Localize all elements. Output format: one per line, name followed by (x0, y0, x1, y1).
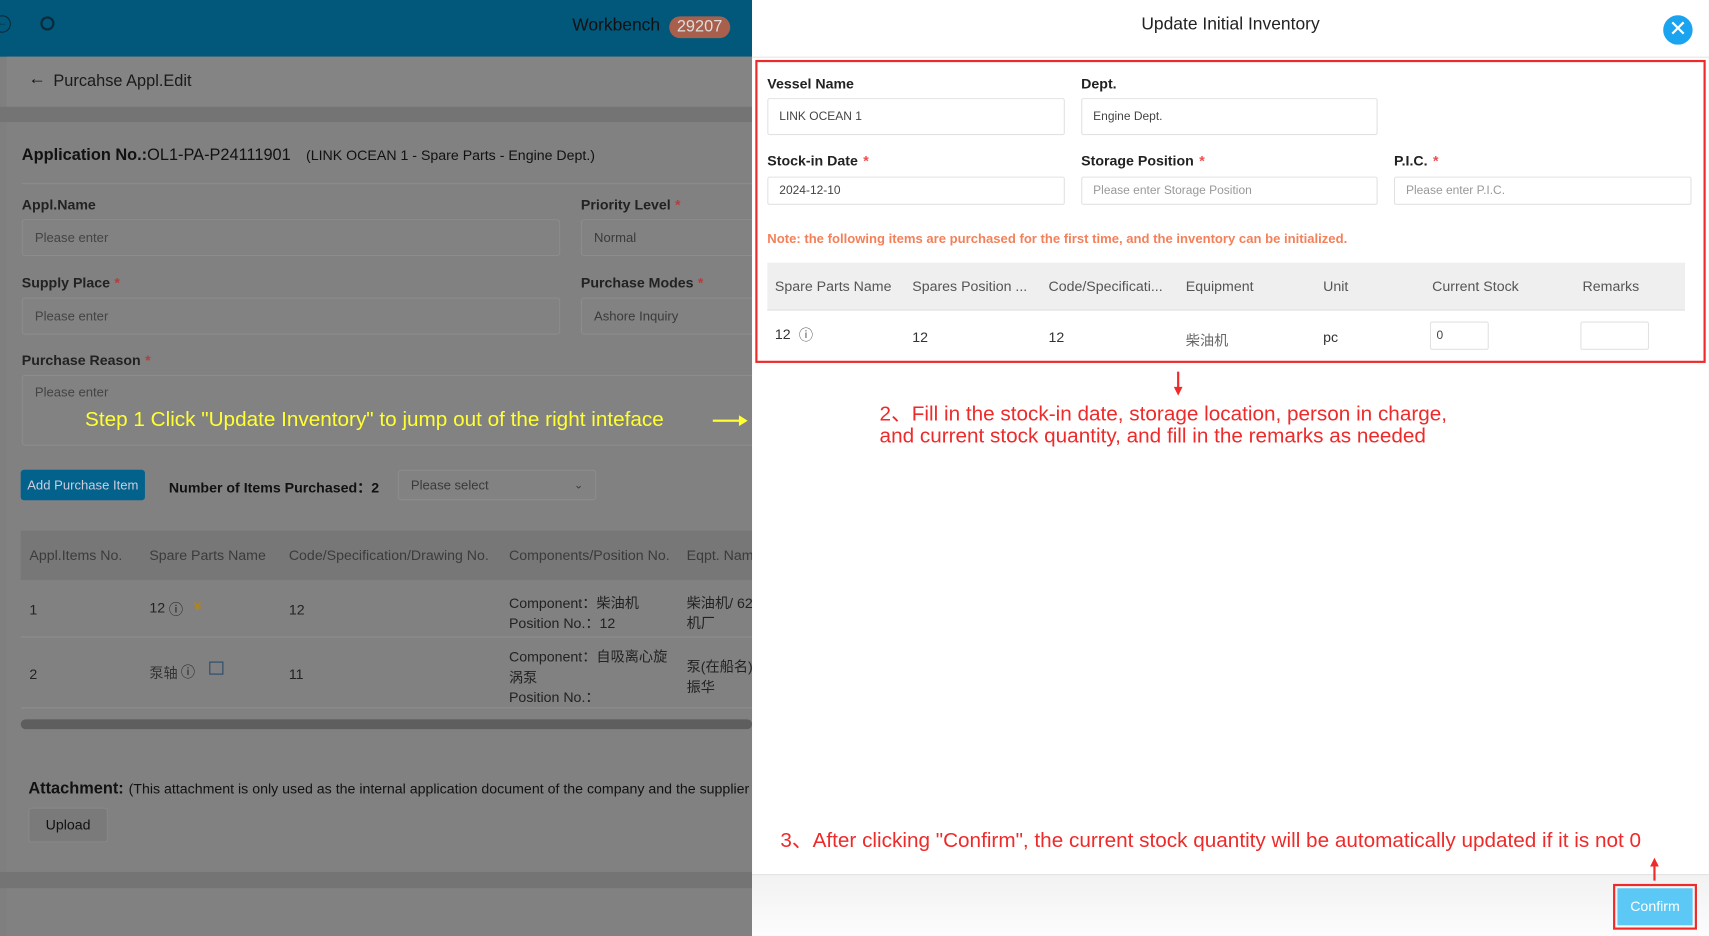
pic-label: P.I.C. (1393, 152, 1428, 169)
upload-button[interactable]: Upload (28, 807, 108, 843)
required-mark: * (863, 152, 869, 169)
col-header: Equipment (1185, 277, 1254, 295)
vessel-input[interactable]: LINK OCEAN 1 (767, 98, 1065, 136)
cell-eqpt: 柴油机/ 62 (686, 595, 753, 612)
price-icon[interactable]: ¥ (194, 598, 201, 613)
dept-label: Dept. (1081, 75, 1117, 92)
supply-input[interactable]: Please enter (21, 297, 561, 335)
modes-select[interactable]: Ashore Inquiry (580, 297, 767, 335)
info-icon[interactable]: ⓘ (181, 660, 195, 681)
col-header: Spare Parts Name (149, 547, 266, 564)
cell-eqpt: 泵(在船名) (686, 658, 753, 675)
cell-component: Component：自吸离心旋 (508, 648, 668, 665)
cell-name: 泵轴 (149, 664, 178, 682)
close-icon[interactable]: ✕ (1663, 15, 1693, 45)
appl-name-input[interactable]: Please enter (21, 219, 561, 257)
priority-label: Priority Level (580, 196, 671, 213)
required-mark: * (114, 274, 120, 292)
col-header: Remarks (1582, 277, 1640, 295)
info-icon[interactable]: ⓘ (799, 324, 813, 345)
required-mark: * (145, 352, 151, 369)
cell-component: Component：柴油机 (508, 595, 639, 612)
reason-label: Purchase Reason (21, 352, 141, 369)
attachment-note: (This attachment is only used as the int… (128, 780, 761, 797)
select-placeholder: Please select (410, 477, 489, 493)
cell-position: Position No.： (508, 688, 600, 706)
cell-no: 2 (29, 665, 38, 683)
cell-eqpt: 机厂 (686, 614, 715, 632)
item-filter-select[interactable]: Please select ⌄ (397, 469, 597, 501)
search-icon[interactable] (40, 16, 55, 31)
vessel-label: Vessel Name (767, 75, 854, 92)
remarks-input[interactable] (1580, 321, 1650, 350)
page-title: Purcahse Appl.Edit (53, 71, 192, 91)
col-header: Eqpt. Nam (686, 547, 754, 564)
col-header: Spares Position ... (912, 277, 1028, 295)
right-arrow-icon (712, 419, 742, 422)
step2-annotation: 2、Fill in the stock-in date, storage loc… (879, 403, 1448, 427)
init-note: Note: the following items are purchased … (767, 231, 1348, 247)
attachment-label: Attachment: (28, 779, 124, 798)
step1-annotation: Step 1 Click "Update Inventory" to jump … (85, 408, 664, 432)
storage-label: Storage Position (1081, 152, 1194, 169)
col-header: Code/Specification/Drawing No. (288, 547, 489, 564)
items-count-label: Number of Items Purchased： (168, 479, 372, 496)
cell-equipment: 柴油机 (1185, 332, 1229, 349)
cell-unit: pc (1323, 329, 1339, 346)
add-purchase-item-button[interactable]: Add Purchase Item (20, 469, 145, 501)
priority-select[interactable]: Normal (580, 219, 767, 257)
cell-code: 12 (288, 601, 305, 618)
horizontal-scrollbar[interactable] (20, 719, 753, 730)
appl-name-label: Appl.Name (21, 196, 96, 213)
dept-input[interactable]: Engine Dept. (1081, 98, 1378, 136)
col-header: Components/Position No. (508, 547, 670, 564)
supply-label: Supply Place (21, 274, 110, 292)
current-stock-input[interactable]: 0 (1429, 321, 1489, 350)
notification-badge: 29207 (669, 16, 730, 39)
cell-position: Position No.：12 (508, 614, 616, 632)
confirm-button[interactable]: Confirm (1617, 888, 1693, 926)
up-arrow-icon (1653, 866, 1656, 881)
col-header: Appl.Items No. (29, 547, 123, 564)
cell-eqpt: 振华 (686, 679, 715, 696)
cell-name: 12 (149, 599, 166, 616)
date-label: Stock-in Date (767, 152, 858, 169)
required-mark: * (1433, 152, 1439, 169)
dialog-title: Update Initial Inventory (1141, 15, 1320, 34)
stock-in-date-input[interactable]: 2024-12-10 (767, 176, 1065, 205)
required-mark: * (1199, 152, 1205, 169)
chevron-down-icon: ⌄ (573, 479, 584, 491)
app-context: (LINK OCEAN 1 - Spare Parts - Engine Dep… (306, 147, 596, 164)
app-no: OL1-PA-P24111901 (147, 146, 291, 165)
cell-name: 12 (774, 325, 791, 343)
cell-position: 12 (912, 329, 929, 346)
info-icon[interactable]: ⓘ (169, 598, 183, 619)
step2-annotation: and current stock quantity, and fill in … (879, 425, 1426, 448)
col-header: Code/Specificati... (1048, 277, 1163, 295)
col-header: Current Stock (1432, 277, 1519, 295)
workbench-label[interactable]: Workbench (572, 16, 660, 36)
col-header: Unit (1323, 277, 1349, 295)
required-mark: * (697, 274, 704, 292)
col-header: Spare Parts Name (774, 277, 892, 295)
storage-position-input[interactable]: Please enter Storage Position (1081, 176, 1378, 205)
cell-code: 12 (1048, 329, 1065, 346)
pic-input[interactable]: Please enter P.I.C. (1393, 176, 1692, 205)
modes-label: Purchase Modes (580, 274, 694, 292)
items-count: 2 (371, 479, 380, 496)
back-arrow-icon[interactable]: ← (28, 70, 45, 90)
required-mark: * (675, 196, 681, 213)
cell-no: 1 (29, 601, 38, 618)
app-no-label: Application No.: (21, 146, 148, 165)
dialog-footer (752, 874, 1709, 936)
cell-component: 涡泵 (508, 669, 538, 686)
cell-code: 11 (288, 665, 304, 683)
image-icon[interactable] (209, 661, 224, 675)
step3-annotation: 3、After clicking "Confirm", the current … (780, 829, 1642, 853)
table-row (20, 580, 753, 638)
